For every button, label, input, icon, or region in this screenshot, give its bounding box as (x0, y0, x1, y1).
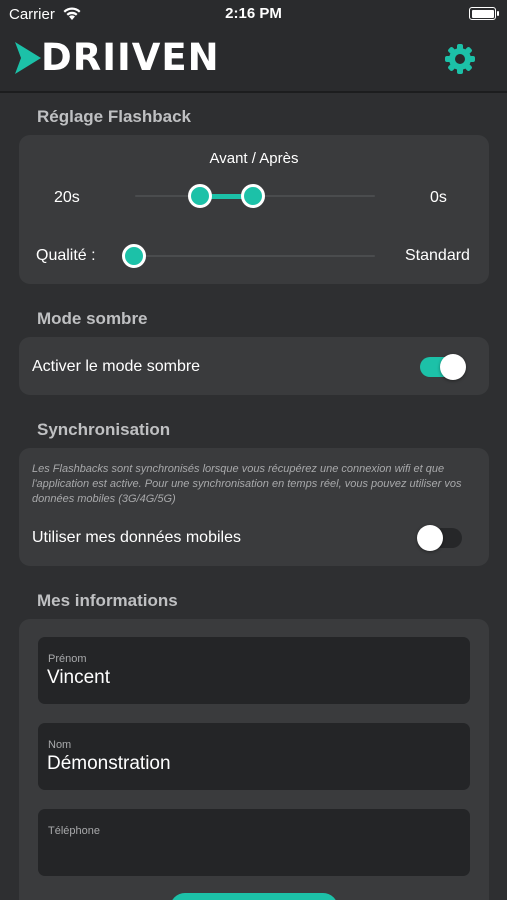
dark-mode-label: Activer le mode sombre (32, 358, 201, 375)
quality-label: Qualité : (36, 247, 96, 264)
last-name-label: Nom (48, 739, 72, 751)
phone-label: Téléphone (48, 825, 100, 837)
flashback-section-title: Réglage Flashback (37, 107, 192, 126)
before-value: 20s (54, 189, 80, 206)
mobile-data-label: Utiliser mes données mobiles (32, 529, 241, 546)
brand-logo: DRIIVEN (15, 36, 220, 79)
mobile-data-toggle[interactable] (417, 525, 462, 551)
dark-mode-section-title: Mode sombre (37, 309, 148, 328)
range-title: Avant / Après (209, 150, 299, 167)
dark-mode-card: Activer le mode sombre (19, 337, 489, 395)
first-name-label: Prénom (48, 653, 87, 665)
flashback-card: Avant / Après 20s 0s Qualité : Standard (19, 135, 489, 284)
last-name-value[interactable]: Démonstration (47, 753, 457, 775)
dark-mode-toggle[interactable] (420, 354, 466, 380)
range-start-thumb[interactable] (188, 184, 212, 208)
after-value: 0s (430, 189, 447, 206)
phone-field[interactable]: Téléphone (38, 809, 470, 876)
status-time: 2:16 PM (225, 5, 282, 22)
status-bar: Carrier 2:16 PM (0, 0, 507, 28)
first-name-value[interactable]: Vincent (47, 667, 457, 689)
info-section-title: Mes informations (37, 591, 178, 610)
battery-icon (469, 7, 499, 20)
brand-name: DRIIVEN (41, 36, 220, 79)
save-button[interactable] (170, 893, 338, 900)
last-name-field[interactable]: Nom Démonstration (38, 723, 470, 790)
gear-icon[interactable] (444, 43, 476, 75)
logo-arrow-icon (15, 42, 41, 74)
quality-track (135, 255, 375, 257)
app-header: DRIIVEN (0, 28, 507, 93)
first-name-field[interactable]: Prénom Vincent (38, 637, 470, 704)
sync-note: Les Flashbacks sont synchronisés lorsque… (32, 463, 462, 505)
quality-value: Standard (405, 247, 470, 264)
range-end-thumb[interactable] (241, 184, 265, 208)
quality-thumb[interactable] (122, 244, 146, 268)
sync-section-title: Synchronisation (37, 420, 171, 439)
